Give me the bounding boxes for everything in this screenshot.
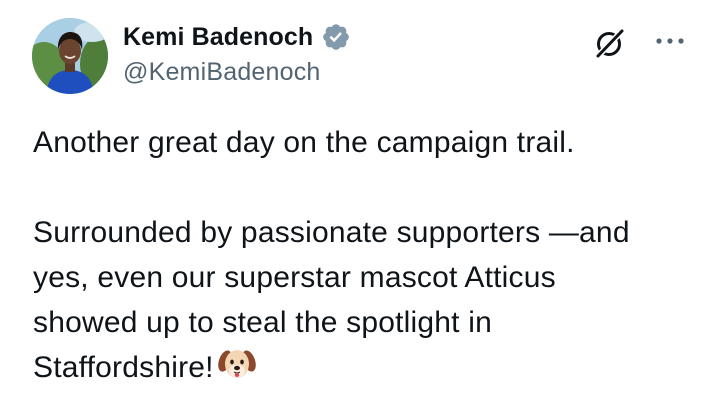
tweet-line: Surrounded by passionate supporters —and — [33, 216, 630, 249]
grok-icon[interactable] — [592, 25, 628, 61]
tweet-line-last: Staffordshire! — [33, 345, 703, 390]
more-options-icon[interactable] — [654, 33, 686, 49]
tweet-card[interactable]: Kemi Badenoch @KemiBadenoch Another grea… — [0, 0, 720, 405]
author-block: Kemi Badenoch @KemiBadenoch — [123, 20, 351, 87]
avatar[interactable] — [32, 18, 108, 94]
tweet-text: Another great day on the campaign trail.… — [33, 120, 703, 390]
tweet-line: yes, even our superstar mascot Atticus — [33, 261, 556, 294]
name-row: Kemi Badenoch — [123, 20, 351, 54]
user-handle[interactable]: @KemiBadenoch — [123, 58, 351, 87]
tweet-paragraph: Another great day on the campaign trail. — [33, 126, 575, 159]
display-name[interactable]: Kemi Badenoch — [123, 23, 313, 52]
dog-face-emoji-icon — [217, 345, 256, 383]
tweet-line: showed up to steal the spotlight in — [33, 306, 492, 339]
tweet-line-text: Staffordshire! — [33, 351, 214, 384]
verified-badge-icon — [321, 22, 351, 52]
